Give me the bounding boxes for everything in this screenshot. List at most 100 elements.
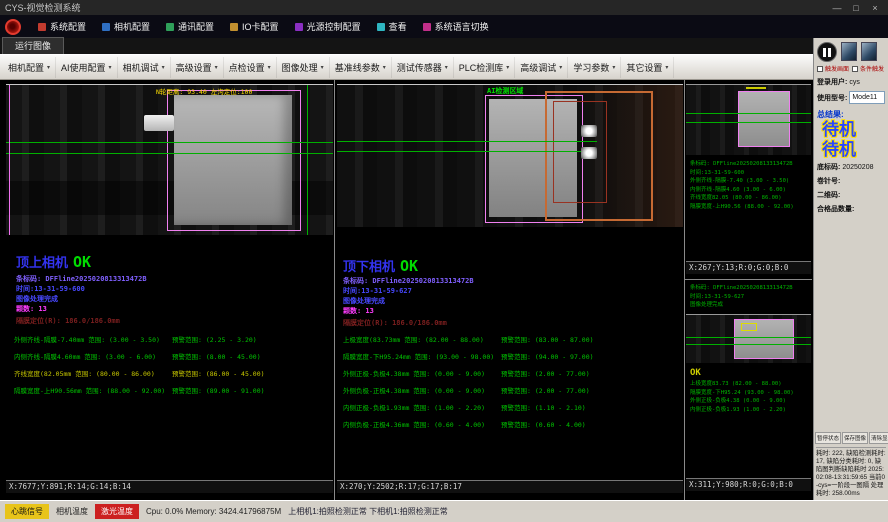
toolbar-label: 基准线参数 [335, 61, 380, 74]
chevron-down-icon: ▾ [215, 64, 218, 71]
toolbar-other-settings[interactable]: 其它设置▾ [621, 57, 674, 78]
window-title: CYS-视觉检测系统 [5, 1, 81, 14]
menu-label: 系统配置 [50, 20, 86, 33]
clear-display-button[interactable]: 清除显示 [869, 432, 888, 444]
measurement-row: 隔膜宽度-上H90.56mm 范围: (88.00 - 92.00)预警范围: … [14, 383, 331, 400]
bright-blob [581, 125, 597, 137]
menu-icon [166, 23, 174, 31]
camera-panel-small-2: 条标码: DFFline2025020813313472B 时间:13-31-5… [686, 282, 811, 492]
chevron-down-icon: ▾ [445, 64, 448, 71]
toolbar-label: 相机配置 [8, 61, 44, 74]
chevron-down-icon: ▾ [506, 64, 509, 71]
camera-panel-bottom: AI检测区域 顶下相机OK 条标码: DFFline20250208133134… [337, 84, 683, 494]
toolbar-advanced-settings[interactable]: 高级设置▾ [171, 57, 224, 78]
menu-item-system-config[interactable]: 系统配置 [30, 17, 94, 36]
menu-icon [102, 23, 110, 31]
model-label: 使用型号: [817, 93, 847, 103]
toolbar-image-processing[interactable]: 图像处理▾ [277, 57, 330, 78]
model-input[interactable]: Mode11 [849, 91, 885, 104]
toolbar-label: 高级设置 [176, 61, 212, 74]
titlebar: CYS-视觉检测系统 — □ × [0, 0, 888, 15]
toolbar-camera-debug[interactable]: 相机调试▾ [118, 57, 171, 78]
mini-line: 条标码: DFFline2025020813313472B [690, 284, 809, 293]
camera-view-4[interactable] [686, 314, 811, 363]
mini-measurement-list: 条标码: DFFline2025020813313472B 时间:13-31-5… [690, 284, 809, 310]
toolbar-label: PLC检测库 [459, 61, 504, 74]
mini-line: 外侧齐线-隔膜-7.40 (3.00 - 3.50) [690, 177, 809, 186]
ng-image-thumbnail[interactable] [841, 42, 857, 61]
camera-name: 顶下相机OK [343, 256, 418, 275]
toolbar-spot-check[interactable]: 点检设置▾ [224, 57, 277, 78]
toolbar-learning-params[interactable]: 学习参数▾ [568, 57, 621, 78]
result-value-1: 待机 [814, 120, 888, 140]
measurement-value: 外侧齐线-隔膜-7.40mm 范围: (3.00 - 3.50) [14, 332, 172, 349]
pause-icon [823, 48, 831, 57]
menu-item-comm-config[interactable]: 通讯配置 [158, 17, 222, 36]
save-image-button[interactable]: 保存图像 [842, 432, 868, 444]
tab-run-image[interactable]: 运行图像 [2, 37, 64, 54]
qr-code-row: 二维码: [814, 188, 888, 202]
camera-view-3[interactable] [686, 84, 811, 155]
measurement-value: 外侧负极-正极4.38mm 范围: (0.00 - 9.00) [343, 383, 501, 400]
toolbar-plc-library[interactable]: PLC检测库▾ [454, 57, 516, 78]
pause-button[interactable] [817, 42, 837, 62]
measurement-row: 隔膜宽度-下H95.24mm 范围: (93.00 - 98.00)预警范围: … [343, 349, 681, 366]
menu-icon [295, 23, 303, 31]
measurement-warning: 预警范围: (2.00 - 77.00) [501, 366, 681, 383]
coordinate-readout: X:270;Y:2502;R:17;G:17;B:17 [337, 480, 683, 493]
toolbar-baseline-params[interactable]: 基准线参数▾ [330, 57, 392, 78]
menu-item-light-config[interactable]: 光源控制配置 [287, 17, 369, 36]
chevron-down-icon: ▾ [383, 64, 386, 71]
toolbar-test-sensor[interactable]: 测试传感器▾ [392, 57, 454, 78]
menu-item-io-config[interactable]: IO卡配置 [222, 17, 287, 36]
menu-item-camera-config[interactable]: 相机配置 [94, 17, 158, 36]
toolbar-ai-config[interactable]: AI使用配置▾ [56, 57, 118, 78]
toolbar-advanced-debug[interactable]: 高级调试▾ [515, 57, 568, 78]
measurement-list: 外侧齐线-隔膜-7.40mm 范围: (3.00 - 3.50)预警范围: (2… [14, 332, 331, 400]
chevron-down-icon: ▾ [321, 64, 324, 71]
menu-item-view[interactable]: 查看 [369, 17, 415, 36]
measurement-value: 内侧负极-正极4.36mm 范围: (0.60 - 4.00) [343, 417, 501, 434]
result-value-2: 待机 [814, 140, 888, 160]
chevron-down-icon: ▾ [109, 64, 112, 71]
measure-line-green [337, 141, 597, 142]
camera-view-2[interactable]: AI检测区域 [337, 84, 683, 227]
menubar: 系统配置 相机配置 通讯配置 IO卡配置 光源控制配置 查看 系统语言切换 [0, 15, 888, 38]
measurement-warning: 预警范围: (8.00 - 45.00) [172, 349, 331, 366]
measure-line-green [686, 344, 811, 345]
view-separator [334, 80, 335, 500]
time-text: 时间:13-31-59-600 [16, 284, 85, 294]
app-logo-icon [5, 19, 21, 35]
checkbox-icon [817, 66, 823, 72]
trigger-frame-checkbox[interactable]: 触发画面 [817, 64, 849, 73]
camera-panel-small-1: 条标码: DFFline2025020813313472B 时间:13-31-5… [686, 84, 811, 274]
roll-number-label: 卷针号: [817, 176, 840, 186]
camera-name-text: 顶上相机 [16, 256, 68, 271]
maximize-button[interactable]: □ [848, 3, 864, 13]
close-button[interactable]: × [867, 3, 883, 13]
mini-line: 时间:13-31-59-600 [690, 169, 809, 178]
toolbar-label: 测试传感器 [397, 61, 442, 74]
separator-sheet-block [738, 91, 790, 147]
tab-connector [144, 115, 174, 131]
measurement-value: 齐线宽度(82.05mm 范围: (80.00 - 86.00) [14, 366, 172, 383]
time-text: 时间:13-31-59-627 [343, 286, 412, 296]
dim-info-text: 隔膜定位(R): 186.0/186.0mm [16, 316, 120, 326]
minimize-button[interactable]: — [829, 3, 845, 13]
condition-trigger-checkbox[interactable]: 条件触发 [852, 64, 884, 73]
yellow-marker [741, 323, 757, 331]
pause-state-button[interactable]: 暂停状态 [815, 432, 841, 444]
toolbar-camera-config[interactable]: 相机配置▾ [3, 57, 56, 78]
measurement-row: 内侧负极-正极4.36mm 范围: (0.60 - 4.00)预警范围: (0.… [343, 417, 681, 434]
toolbar-label: 图像处理 [282, 61, 318, 74]
measure-line-green [686, 337, 811, 338]
camera-view-1[interactable]: N轮距离: 93.40 左沟定位:100 [6, 84, 333, 235]
ok-image-thumbnail[interactable] [861, 42, 877, 61]
menu-item-language-switch[interactable]: 系统语言切换 [415, 17, 497, 36]
count-text: 颗数: 13 [16, 304, 47, 314]
login-value: cys [849, 79, 860, 86]
cpu-memory-text: Cpu: 0.0% Memory: 3424.41796875M [146, 507, 281, 516]
main-camera-area: N轮距离: 93.40 左沟定位:100 顶上相机OK 条标码: DFFline… [0, 80, 813, 500]
camera-name: 顶上相机OK [16, 252, 91, 271]
toolbar-label: 高级调试 [520, 61, 556, 74]
